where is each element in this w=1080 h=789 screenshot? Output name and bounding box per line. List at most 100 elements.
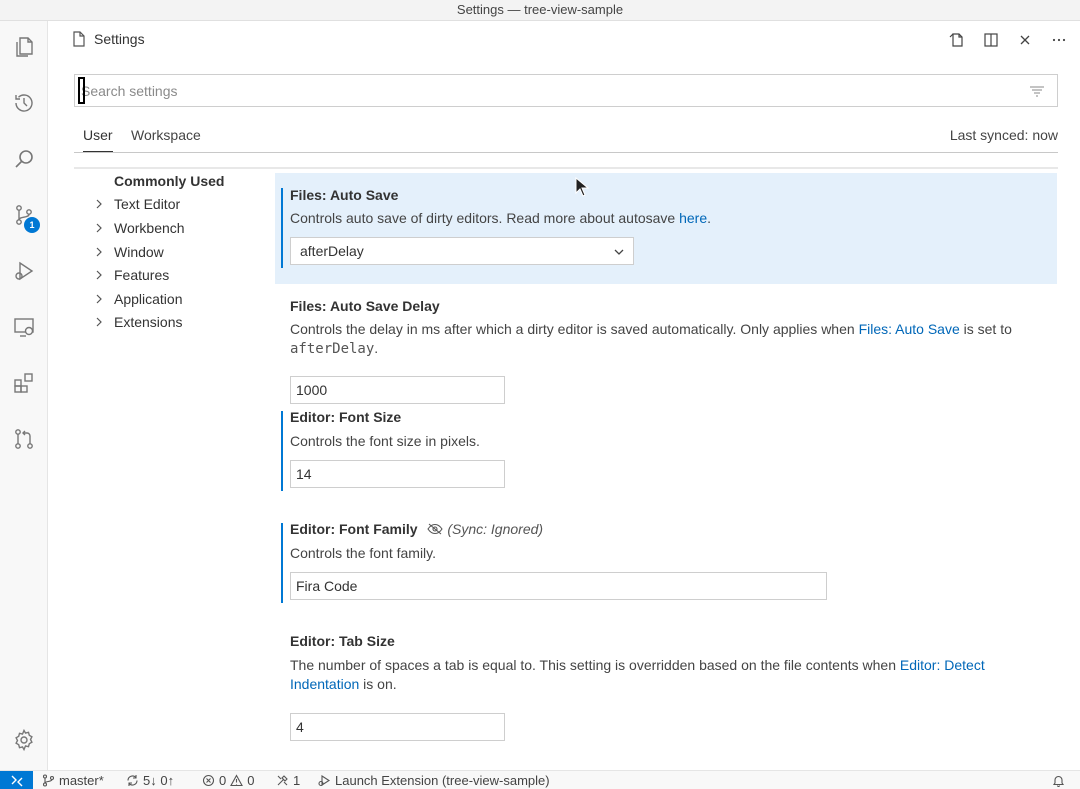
toc-item-label: Application bbox=[114, 291, 183, 307]
settings-list: Files: Auto Save Controls auto save of d… bbox=[275, 171, 1057, 771]
open-json-icon bbox=[949, 33, 963, 47]
toc-item-window[interactable]: Window bbox=[94, 241, 164, 263]
error-count: 0 bbox=[219, 773, 227, 788]
bell-icon bbox=[1052, 775, 1065, 787]
remote-explorer-icon bbox=[14, 318, 34, 337]
divider bbox=[74, 167, 1058, 169]
desc-text: . bbox=[374, 340, 379, 356]
manage-button[interactable] bbox=[0, 716, 48, 764]
more-icon bbox=[1052, 38, 1066, 42]
error-icon bbox=[202, 774, 215, 787]
close-editor-button[interactable] bbox=[1014, 29, 1036, 51]
timeline-button[interactable] bbox=[0, 79, 48, 127]
extensions-button[interactable] bbox=[0, 359, 48, 407]
source-control-button[interactable]: 1 bbox=[0, 191, 48, 239]
pull-requests-icon bbox=[15, 429, 33, 449]
settings-tab[interactable]: Settings bbox=[72, 31, 145, 47]
chevron-down-icon bbox=[614, 249, 624, 255]
desc-code: afterDelay bbox=[290, 341, 375, 357]
toc-item-features[interactable]: Features bbox=[94, 264, 169, 286]
setting-editor-font-size[interactable]: Editor: Font Size Controls the font size… bbox=[275, 396, 1057, 508]
toc-item-commonly-used[interactable]: Commonly Used bbox=[114, 170, 224, 192]
files-auto-save-link[interactable]: Files: Auto Save bbox=[859, 321, 960, 337]
remote-explorer-button[interactable] bbox=[0, 303, 48, 351]
chevron-right-icon bbox=[96, 199, 102, 209]
tab-workspace[interactable]: Workspace bbox=[131, 127, 201, 151]
setting-description: The number of spaces a tab is equal to. … bbox=[290, 656, 1040, 694]
open-settings-json-button[interactable] bbox=[946, 29, 968, 51]
modified-indicator bbox=[281, 188, 283, 268]
debug-run-icon bbox=[318, 774, 331, 787]
text-cursor bbox=[78, 77, 85, 104]
mouse-cursor-icon bbox=[575, 177, 589, 197]
sync-note-text: (Sync: Ignored) bbox=[447, 521, 544, 537]
auto-save-select[interactable]: afterDelay bbox=[290, 237, 634, 265]
setting-editor-font-family[interactable]: Editor: Font Family (Sync: Ignored) Cont… bbox=[275, 508, 1057, 620]
setting-name: Tab Size bbox=[339, 633, 395, 649]
chevron-right-icon bbox=[96, 247, 102, 257]
settings-search-input[interactable] bbox=[81, 77, 1011, 104]
toc-item-extensions[interactable]: Extensions bbox=[94, 311, 182, 333]
manage-gear-icon bbox=[15, 728, 33, 752]
search-button[interactable] bbox=[0, 135, 48, 183]
eye-closed-icon bbox=[427, 523, 444, 535]
tools-icon bbox=[277, 775, 288, 786]
git-branch-icon bbox=[42, 774, 55, 787]
setting-description: Controls the font size in pixels. bbox=[290, 433, 480, 449]
more-actions-button[interactable] bbox=[1048, 29, 1070, 51]
ports-indicator[interactable]: 1 bbox=[276, 771, 300, 789]
editor-tab-row: Settings bbox=[48, 21, 1080, 59]
warning-icon bbox=[230, 774, 244, 787]
setting-files-auto-save[interactable]: Files: Auto Save Controls auto save of d… bbox=[275, 173, 1057, 284]
sync-status: 5↓ 0↑ bbox=[143, 773, 175, 788]
modified-indicator bbox=[281, 411, 283, 491]
status-bar: master* 5↓ 0↑ 0 0 1 Launch Extension (tr… bbox=[0, 770, 1080, 789]
search-icon bbox=[15, 150, 33, 168]
run-debug-button[interactable] bbox=[0, 247, 48, 295]
explorer-button[interactable] bbox=[0, 23, 48, 71]
chevron-right-icon bbox=[96, 294, 102, 304]
clear-filter-icon[interactable] bbox=[1029, 83, 1045, 99]
activity-bar: 1 bbox=[0, 21, 48, 770]
toc-item-label: Workbench bbox=[114, 220, 185, 236]
font-size-input[interactable]: 14 bbox=[290, 460, 505, 488]
split-editor-button[interactable] bbox=[980, 29, 1002, 51]
setting-title: Editor: Font Family (Sync: Ignored) bbox=[290, 521, 543, 537]
toc-item-text-editor[interactable]: Text Editor bbox=[94, 193, 180, 215]
setting-title: Editor: Tab Size bbox=[290, 633, 395, 649]
problems-indicator[interactable]: 0 0 bbox=[202, 771, 254, 789]
font-family-input[interactable]: Fira Code bbox=[290, 572, 827, 600]
branch-indicator[interactable]: master* bbox=[42, 771, 104, 789]
autosave-docs-link[interactable]: here bbox=[679, 210, 707, 226]
toc-item-label: Window bbox=[114, 244, 164, 260]
launch-indicator[interactable]: Launch Extension (tree-view-sample) bbox=[318, 771, 550, 789]
extensions-icon bbox=[14, 373, 33, 393]
chevron-right-icon bbox=[96, 317, 102, 327]
remote-indicator[interactable] bbox=[0, 771, 33, 789]
pull-requests-button[interactable] bbox=[0, 415, 48, 463]
setting-files-auto-save-delay[interactable]: Files: Auto Save Delay Controls the dela… bbox=[275, 284, 1057, 404]
tab-user[interactable]: User bbox=[83, 127, 113, 152]
remote-icon bbox=[11, 775, 22, 786]
split-editor-icon bbox=[984, 33, 998, 47]
setting-name: Auto Save Delay bbox=[329, 298, 440, 314]
desc-text: Controls the delay in ms after which a d… bbox=[290, 321, 859, 337]
toc-item-application[interactable]: Application bbox=[94, 288, 183, 310]
desc-text: is on. bbox=[359, 676, 397, 692]
ports-count: 1 bbox=[293, 773, 301, 788]
chevron-right-icon bbox=[96, 270, 102, 280]
toc-item-workbench[interactable]: Workbench bbox=[94, 217, 185, 239]
run-debug-icon bbox=[15, 261, 34, 281]
setting-name: Auto Save bbox=[329, 187, 399, 203]
last-synced-label: Last synced: now bbox=[949, 127, 1058, 143]
window-title: Settings — tree-view-sample bbox=[0, 0, 1080, 21]
notifications-button[interactable] bbox=[1052, 771, 1065, 789]
source-control-badge: 1 bbox=[24, 217, 40, 233]
sync-indicator[interactable]: 5↓ 0↑ bbox=[126, 771, 174, 789]
settings-search-box[interactable] bbox=[74, 74, 1058, 107]
desc-text: The number of spaces a tab is equal to. … bbox=[290, 657, 900, 673]
chevron-right-icon bbox=[96, 223, 102, 233]
toc-item-label: Features bbox=[114, 267, 170, 283]
tab-size-input[interactable]: 4 bbox=[290, 713, 505, 741]
setting-editor-tab-size[interactable]: Editor: Tab Size The number of spaces a … bbox=[275, 620, 1057, 760]
